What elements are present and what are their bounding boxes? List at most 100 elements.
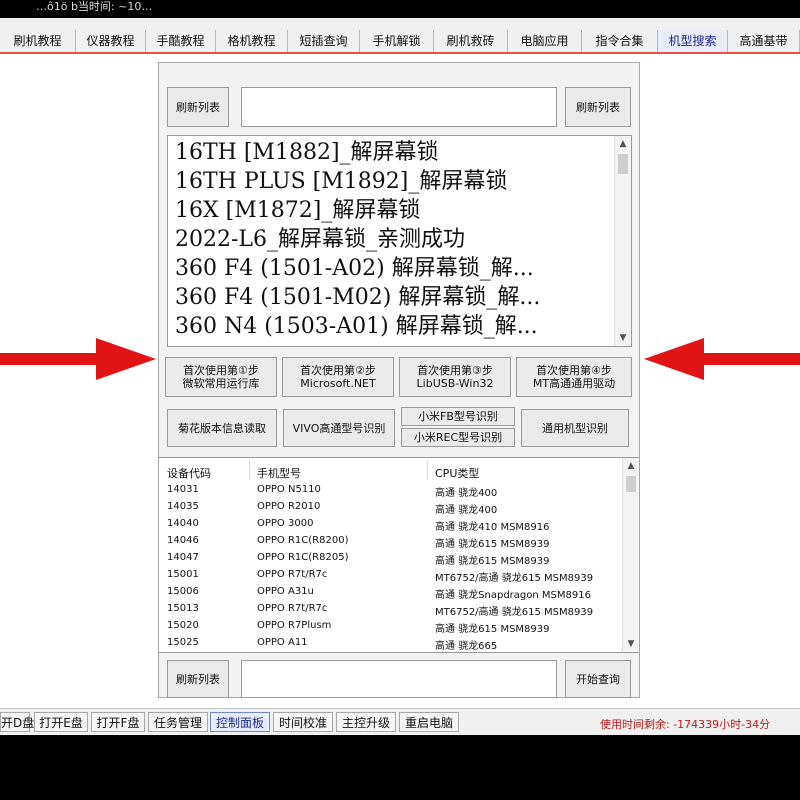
cell-cpu-type[interactable]: MT6752/高通 骁龙615 MSM8939 [435, 569, 593, 584]
vivo-model-detect-button[interactable]: VIVO高通型号识别 [283, 409, 395, 447]
cell-phone-model[interactable]: OPPO R1C(R8200) [257, 535, 348, 546]
step3-libusb-button[interactable]: 首次使用第③步 LibUSB-Win32 [399, 357, 511, 397]
tab-flash-tutorial[interactable]: 刷机教程 [0, 30, 76, 52]
red-arrow-right-pointing-icon [0, 338, 156, 380]
control-panel-button[interactable]: 控制面板 [210, 712, 270, 732]
step4-line2: MT高通通用驱动 [532, 377, 616, 390]
refresh-list-button-left[interactable]: 刷新列表 [167, 87, 229, 127]
status-bar: 开D盘 打开E盘 打开F盘 任务管理 控制面板 时间校准 主控升级 重启电脑 使… [0, 708, 800, 735]
cell-phone-model[interactable]: OPPO R7t/R7c [257, 569, 327, 580]
cell-cpu-type[interactable]: 高通 骁龙400 [435, 484, 497, 499]
tab-short-query[interactable]: 短插查询 [288, 30, 360, 52]
cell-phone-model[interactable]: OPPO N5110 [257, 484, 321, 495]
task-manager-button[interactable]: 任务管理 [148, 712, 208, 732]
step2-line2: Microsoft.NET [300, 377, 376, 390]
cell-phone-model[interactable]: OPPO R1C(R8205) [257, 552, 348, 563]
list-item[interactable]: 360 N4 (1503-A01) 解屏幕锁_解... [175, 312, 538, 341]
cell-cpu-type[interactable]: 高通 骁龙400 [435, 501, 497, 516]
tab-command-collection[interactable]: 指令合集 [582, 30, 658, 52]
open-f-drive-button[interactable]: 打开F盘 [91, 712, 145, 732]
tab-format-tutorial[interactable]: 格机教程 [216, 30, 288, 52]
cell-cpu-type[interactable]: 高通 骁龙410 MSM8916 [435, 518, 550, 533]
xiaomi-fb-detect-button[interactable]: 小米FB型号识别 [401, 407, 515, 426]
step4-driver-button[interactable]: 首次使用第④步 MT高通通用驱动 [516, 357, 632, 397]
model-listbox[interactable]: 16TH [M1882]_解屏幕锁 16TH PLUS [M1892]_解屏幕锁… [167, 135, 632, 347]
cell-device-code[interactable]: 14035 [167, 501, 199, 512]
tab-underline [0, 52, 800, 54]
chevron-down-icon[interactable]: ▼ [623, 636, 639, 652]
step3-line2: LibUSB-Win32 [416, 377, 494, 390]
list-item[interactable]: 360 F4 (1501-M02) 解屏幕锁_解... [175, 283, 540, 312]
cell-phone-model[interactable]: OPPO R2010 [257, 501, 320, 512]
start-query-button[interactable]: 开始查询 [565, 660, 631, 698]
cell-device-code[interactable]: 14047 [167, 552, 199, 563]
generic-model-detect-button[interactable]: 通用机型识别 [521, 409, 629, 447]
tab-instrument-tutorial[interactable]: 仪器教程 [76, 30, 146, 52]
scrollbar-thumb[interactable] [618, 154, 628, 174]
cell-device-code[interactable]: 15020 [167, 620, 199, 631]
list-item[interactable]: 16TH PLUS [M1892]_解屏幕锁 [175, 167, 507, 196]
restart-pc-button[interactable]: 重启电脑 [399, 712, 459, 732]
app-window: 刷机教程 仪器教程 手酷教程 格机教程 短插查询 手机解锁 刷机救砖 电脑应用 … [0, 18, 800, 735]
cell-device-code[interactable]: 14040 [167, 518, 199, 529]
chevron-down-icon[interactable]: ▼ [615, 330, 631, 346]
open-d-drive-button[interactable]: 开D盘 [0, 712, 34, 732]
cell-device-code[interactable]: 15025 [167, 637, 199, 648]
column-header-cpu-type[interactable]: CPU类型 [435, 465, 479, 481]
cell-cpu-type[interactable]: 高通 骁龙Snapdragon MSM8916 [435, 586, 591, 601]
red-arrow-left-pointing-icon [644, 338, 800, 380]
step1-line1: 首次使用第①步 [183, 364, 259, 377]
column-header-phone-model[interactable]: 手机型号 [257, 465, 301, 481]
list-item[interactable]: 2022-L6_解屏幕锁_亲测成功 [175, 225, 465, 254]
tab-tool-tutorial[interactable]: 手酷教程 [146, 30, 216, 52]
cell-cpu-type[interactable]: 高通 骁龙615 MSM8939 [435, 535, 550, 550]
xiaomi-rec-detect-button[interactable]: 小米REC型号识别 [401, 428, 515, 447]
refresh-list-button-right[interactable]: 刷新列表 [565, 87, 631, 127]
tab-model-search[interactable]: 机型搜索 [658, 30, 728, 52]
list-item[interactable]: 16TH [M1882]_解屏幕锁 [175, 138, 439, 167]
cell-phone-model[interactable]: OPPO A31u [257, 586, 314, 597]
window-title: …ô1ö b当时间: ~10… [0, 0, 800, 18]
cell-cpu-type[interactable]: 高通 骁龙615 MSM8939 [435, 620, 550, 635]
cell-phone-model[interactable]: OPPO R7t/R7c [257, 603, 327, 614]
cell-device-code[interactable]: 15006 [167, 586, 199, 597]
column-header-device-code[interactable]: 设备代码 [167, 465, 211, 481]
model-search-panel: 刷新列表 刷新列表 16TH [M1882]_解屏幕锁 16TH PLUS [M… [158, 62, 640, 698]
step2-line1: 首次使用第②步 [300, 364, 376, 377]
cell-device-code[interactable]: 14031 [167, 484, 199, 495]
list-item[interactable]: 360 F4 (1501-A02) 解屏幕锁_解... [175, 254, 534, 283]
column-divider [249, 460, 250, 480]
list-scrollbar[interactable]: ▲ ▼ [614, 136, 631, 346]
tab-pc-apps[interactable]: 电脑应用 [508, 30, 582, 52]
search-input[interactable] [241, 87, 557, 127]
cell-phone-model[interactable]: OPPO A11 [257, 637, 308, 648]
refresh-list-button-bottom[interactable]: 刷新列表 [167, 660, 229, 698]
step4-line1: 首次使用第④步 [536, 364, 612, 377]
tab-bar: 刷机教程 仪器教程 手酷教程 格机教程 短插查询 手机解锁 刷机救砖 电脑应用 … [0, 18, 800, 53]
huawei-info-read-button[interactable]: 菊花版本信息读取 [167, 409, 277, 447]
tab-unbrick[interactable]: 刷机救砖 [434, 30, 508, 52]
cell-phone-model[interactable]: OPPO R7Plusm [257, 620, 331, 631]
cell-device-code[interactable]: 15001 [167, 569, 199, 580]
cell-phone-model[interactable]: OPPO 3000 [257, 518, 313, 529]
step2-dotnet-button[interactable]: 首次使用第②步 Microsoft.NET [282, 357, 394, 397]
time-sync-button[interactable]: 时间校准 [273, 712, 333, 732]
tab-phone-unlock[interactable]: 手机解锁 [360, 30, 434, 52]
cell-cpu-type[interactable]: 高通 骁龙615 MSM8939 [435, 552, 550, 567]
step1-runtime-button[interactable]: 首次使用第①步 微软常用运行库 [165, 357, 277, 397]
cell-device-code[interactable]: 14046 [167, 535, 199, 546]
firmware-upgrade-button[interactable]: 主控升级 [336, 712, 396, 732]
cell-cpu-type[interactable]: MT6752/高通 骁龙615 MSM8939 [435, 603, 593, 618]
query-input[interactable] [241, 660, 557, 698]
device-table[interactable]: 设备代码 手机型号 CPU类型 14031 OPPO N5110 高通 骁龙400 1… [159, 457, 639, 653]
cell-cpu-type[interactable]: 高通 骁龙665 [435, 637, 497, 652]
list-item[interactable]: 16X [M1872]_解屏幕锁 [175, 196, 420, 225]
table-scrollbar[interactable]: ▲ ▼ [622, 458, 639, 652]
open-e-drive-button[interactable]: 打开E盘 [34, 712, 88, 732]
chevron-up-icon[interactable]: ▲ [623, 458, 639, 474]
tab-qualcomm-baseband[interactable]: 高通基带 [728, 30, 800, 52]
step1-line2: 微软常用运行库 [182, 377, 260, 390]
cell-device-code[interactable]: 15013 [167, 603, 199, 614]
scrollbar-thumb[interactable] [626, 476, 636, 492]
chevron-up-icon[interactable]: ▲ [615, 136, 631, 152]
